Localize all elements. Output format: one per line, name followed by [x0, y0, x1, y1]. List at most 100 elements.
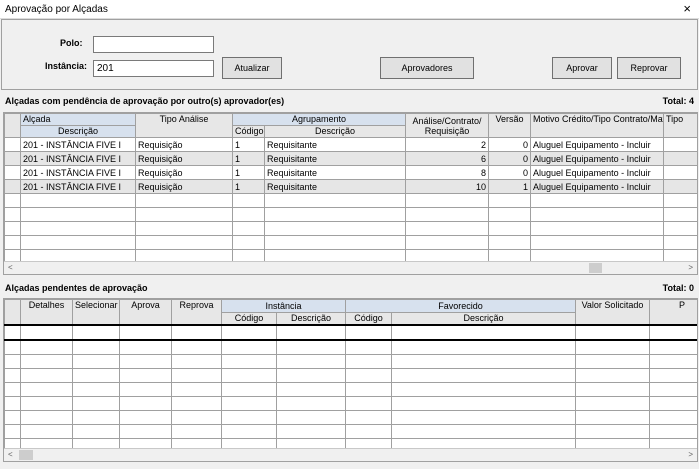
cell-analise: 8 — [405, 165, 490, 180]
aprovadores-button[interactable]: Aprovadores — [380, 57, 474, 79]
empty-row — [4, 410, 697, 425]
grid2[interactable]: Detalhes Selecionar Aprova Reprova Instâ… — [3, 298, 698, 462]
empty-row — [4, 193, 697, 208]
row-selector[interactable] — [4, 151, 21, 166]
grid1[interactable]: Alçada Tipo Análise Agrupamento Análise/… — [3, 112, 698, 275]
grid1-total: Total: 4 — [662, 96, 694, 106]
filter-panel — [1, 19, 698, 90]
header-agrupamento[interactable]: Agrupamento — [231, 113, 407, 126]
cell-alcada: 201 - INSTÂNCIA FIVE I — [20, 179, 136, 194]
cell-versao: 0 — [488, 137, 532, 152]
scroll-right-icon[interactable]: > — [688, 450, 693, 459]
header-selecionar[interactable]: Selecionar — [72, 299, 120, 326]
grid1-horizontal-scrollbar[interactable]: < > — [4, 261, 697, 274]
header-alcada[interactable]: Alçada — [20, 113, 136, 126]
cell-alcada: 201 - INSTÂNCIA FIVE I — [20, 165, 136, 180]
empty-row — [4, 235, 697, 250]
header-instancia-codigo[interactable]: Código — [221, 312, 277, 326]
cell-motivo: Aluguel Equipamento - Incluir — [530, 137, 665, 152]
aprovar-button[interactable]: Aprovar — [552, 57, 612, 79]
cell-versao: 1 — [488, 179, 532, 194]
cell-alcada: 201 - INSTÂNCIA FIVE I — [20, 137, 136, 152]
cell-codigo: 1 — [232, 165, 265, 180]
scroll-left-icon[interactable]: < — [8, 450, 13, 459]
empty-row — [4, 339, 697, 355]
empty-row — [4, 207, 697, 222]
header-valor-solicitado[interactable]: Valor Solicitado — [575, 299, 650, 326]
header-favorecido-codigo[interactable]: Código — [345, 312, 392, 326]
reprovar-button[interactable]: Reprovar — [617, 57, 681, 79]
cell-descricao: Requisitante — [263, 165, 407, 180]
cell-tipo: Requisição — [135, 165, 233, 180]
header-aprova[interactable]: Aprova — [119, 299, 172, 326]
cell-analise: 6 — [405, 151, 490, 166]
close-icon[interactable]: × — [683, 1, 691, 16]
empty-row — [4, 424, 697, 439]
header-versao[interactable]: Versão — [488, 113, 532, 138]
cell-versao: 0 — [488, 151, 532, 166]
header-descricao[interactable]: Descrição — [20, 125, 136, 138]
header-reprova[interactable]: Reprova — [171, 299, 222, 326]
empty-row — [4, 221, 697, 236]
table-row[interactable]: 201 - INSTÂNCIA FIVE I Requisição 1 Requ… — [4, 165, 697, 180]
row-selector[interactable] — [4, 137, 21, 152]
header-p[interactable]: P — [649, 299, 697, 326]
cell-codigo: 1 — [232, 151, 265, 166]
polo-label: Polo: — [60, 38, 83, 48]
scroll-thumb[interactable] — [589, 263, 602, 273]
window-title: Aprovação por Alçadas — [5, 4, 108, 15]
scroll-right-icon[interactable]: > — [688, 263, 693, 272]
cell-tipo-extra — [663, 179, 697, 194]
table-row[interactable]: 201 - INSTÂNCIA FIVE I Requisição 1 Requ… — [4, 179, 697, 194]
row-selector[interactable] — [4, 165, 21, 180]
grid1-title: Alçadas com pendência de aprovação por o… — [5, 96, 285, 106]
header-analise[interactable]: Análise/Contrato/ Requisição — [405, 113, 490, 138]
cell-codigo: 1 — [232, 137, 265, 152]
grid2-title: Alçadas pendentes de aprovação — [5, 283, 148, 293]
atualizar-button[interactable]: Atualizar — [222, 57, 282, 79]
cell-tipo: Requisição — [135, 137, 233, 152]
header-instancia[interactable]: Instância — [221, 299, 346, 313]
header-favorecido[interactable]: Favorecido — [345, 299, 576, 313]
instancia-input[interactable]: 201 — [93, 60, 214, 77]
cell-codigo: 1 — [232, 179, 265, 194]
row-selector[interactable] — [4, 179, 21, 194]
grid2-row-header — [4, 299, 21, 326]
header-tipo[interactable]: Tipo — [663, 113, 697, 138]
cell-analise: 2 — [405, 137, 490, 152]
header-codigo[interactable]: Código — [232, 125, 265, 138]
instancia-label: Instância: — [45, 61, 88, 71]
header-descricao-agrupamento[interactable]: Descrição — [263, 125, 407, 138]
header-favorecido-descricao[interactable]: Descrição — [391, 312, 576, 326]
cell-alcada: 201 - INSTÂNCIA FIVE I — [20, 151, 136, 166]
empty-row — [4, 382, 697, 397]
table-row[interactable]: 201 - INSTÂNCIA FIVE I Requisição 1 Requ… — [4, 151, 697, 166]
cell-motivo: Aluguel Equipamento - Incluir — [530, 151, 665, 166]
cell-tipo-extra — [663, 165, 697, 180]
header-tipo-analise[interactable]: Tipo Análise — [135, 113, 233, 138]
cell-descricao: Requisitante — [263, 179, 407, 194]
grid2-total: Total: 0 — [662, 283, 694, 293]
grid1-table: Alçada Tipo Análise Agrupamento Análise/… — [4, 113, 697, 264]
window-titlebar: Aprovação por Alçadas × — [0, 0, 699, 19]
cell-motivo: Aluguel Equipamento - Incluir — [530, 165, 665, 180]
grid2-horizontal-scrollbar[interactable]: < > — [4, 448, 697, 461]
grid2-table: Detalhes Selecionar Aprova Reprova Instâ… — [4, 299, 697, 461]
scroll-left-icon[interactable]: < — [8, 263, 13, 272]
cell-descricao: Requisitante — [263, 137, 407, 152]
scroll-thumb[interactable] — [19, 450, 33, 460]
grid1-row-header — [4, 113, 21, 138]
cell-analise: 10 — [405, 179, 490, 194]
cell-tipo-extra — [663, 151, 697, 166]
header-instancia-descricao[interactable]: Descrição — [276, 312, 346, 326]
header-motivo[interactable]: Motivo Crédito/Tipo Contrato/Mater — [530, 113, 665, 138]
cell-tipo: Requisição — [135, 151, 233, 166]
polo-input[interactable] — [93, 36, 214, 53]
table-row[interactable]: 201 - INSTÂNCIA FIVE I Requisição 1 Requ… — [4, 137, 697, 152]
empty-row — [4, 396, 697, 411]
header-detalhes[interactable]: Detalhes — [20, 299, 73, 326]
empty-row — [4, 368, 697, 383]
cell-versao: 0 — [488, 165, 532, 180]
cell-tipo: Requisição — [135, 179, 233, 194]
cell-motivo: Aluguel Equipamento - Incluir — [530, 179, 665, 194]
